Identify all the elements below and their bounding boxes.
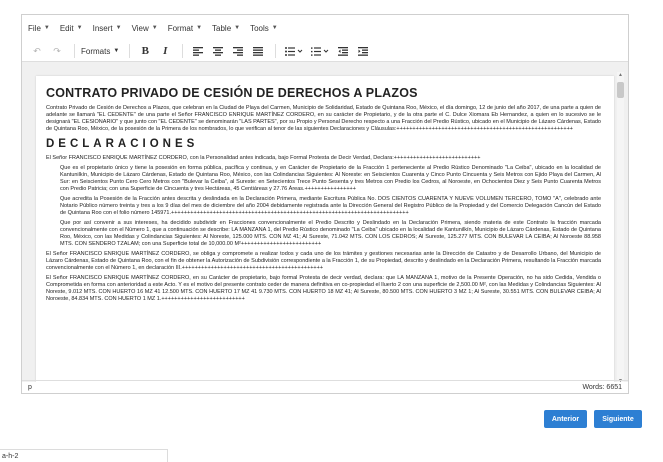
previous-button[interactable]: Anterior <box>544 410 587 428</box>
document-body[interactable]: CONTRATO PRIVADO DE CESIÓN DE DERECHOS A… <box>46 84 601 306</box>
declaration-paragraph: Que acredita la Posesión de la Fracción … <box>60 196 601 216</box>
scroll-thumb[interactable] <box>617 82 624 98</box>
declaration-paragraph: El Señor FRANCISCO ENRIQUE MARTÍNEZ CORD… <box>46 275 601 302</box>
rich-text-editor: File ▼ Edit ▼ Insert ▼ View ▼ Format ▼ Table ▼… <box>21 14 629 394</box>
word-count: Words: 6651 <box>582 383 622 391</box>
italic-icon[interactable]: I <box>156 42 174 60</box>
bold-icon[interactable]: B <box>136 42 154 60</box>
menu-format[interactable]: Format ▼ <box>168 24 202 33</box>
undo-icon[interactable]: ↶ <box>28 42 46 60</box>
chevron-down-icon: ▼ <box>43 25 50 31</box>
element-path[interactable]: p <box>28 384 32 391</box>
menu-file-label: File <box>28 23 41 33</box>
chevron-down-icon: ▼ <box>113 48 120 54</box>
toolbar: ↶ ↷ Formats ▼ B I <box>22 41 628 62</box>
document-page[interactable]: CONTRATO PRIVADO DE CESIÓN DE DERECHOS A… <box>36 76 614 382</box>
numbered-list-icon[interactable] <box>308 42 332 60</box>
align-center-icon[interactable] <box>209 42 227 60</box>
menu-edit[interactable]: Edit ▼ <box>60 24 83 33</box>
menu-view[interactable]: View ▼ <box>132 24 158 33</box>
align-left-icon[interactable] <box>189 42 207 60</box>
outdent-icon[interactable] <box>334 42 352 60</box>
chevron-down-icon: ▼ <box>271 25 278 31</box>
vertical-scrollbar[interactable]: ▲ ▼ <box>617 72 624 382</box>
declarations-heading: DECLARACIONES <box>46 138 199 150</box>
menubar: File ▼ Edit ▼ Insert ▼ View ▼ Format ▼ Table ▼… <box>22 15 628 41</box>
declaration-paragraph: Que por así convenir a sus intereses, ha… <box>60 220 601 247</box>
indent-icon[interactable] <box>354 42 372 60</box>
bottom-tab[interactable]: a-h-2 <box>0 449 168 462</box>
toolbar-divider <box>182 44 184 58</box>
menu-insert-label: Insert <box>92 23 113 33</box>
menu-format-label: Format <box>167 23 194 33</box>
scroll-up-icon[interactable]: ▲ <box>617 72 624 78</box>
align-justify-icon[interactable] <box>249 42 267 60</box>
declaration-paragraph: El Señor FRANCISCO ENRIQUE MARTÍNEZ CORD… <box>46 155 481 161</box>
menu-file[interactable]: File ▼ <box>28 24 50 33</box>
toolbar-divider <box>275 44 277 58</box>
menu-view-label: View <box>131 23 149 33</box>
document-canvas: CONTRATO PRIVADO DE CESIÓN DE DERECHOS A… <box>22 62 628 382</box>
menu-edit-label: Edit <box>59 23 74 33</box>
declaration-paragraph: Que es el propietario único y tiene la p… <box>60 165 601 192</box>
status-bar: p Words: 6651 <box>22 380 628 393</box>
chevron-down-icon: ▼ <box>151 25 158 31</box>
menu-insert[interactable]: Insert ▼ <box>93 24 122 33</box>
formats-label: Formats <box>81 46 111 56</box>
toolbar-divider <box>74 44 75 58</box>
document-intro: Contrato Privado de Cesión de Derechos a… <box>46 105 601 132</box>
redo-icon[interactable]: ↷ <box>48 42 66 60</box>
menu-table-label: Table <box>212 23 232 33</box>
declaration-paragraph: El Señor FRANCISCO ENRIQUE MARTÍNEZ CORD… <box>46 251 601 271</box>
align-right-icon[interactable] <box>229 42 247 60</box>
formats-dropdown[interactable]: Formats ▼ <box>81 47 119 56</box>
chevron-down-icon: ▼ <box>196 25 203 31</box>
bullet-list-icon[interactable] <box>282 42 306 60</box>
menu-tools-label: Tools <box>250 23 269 33</box>
next-button[interactable]: Siguiente <box>594 410 642 428</box>
document-title: CONTRATO PRIVADO DE CESIÓN DE DERECHOS A… <box>46 86 418 100</box>
chevron-down-icon: ▼ <box>115 25 122 31</box>
menu-table[interactable]: Table ▼ <box>212 24 240 33</box>
chevron-down-icon: ▼ <box>76 25 83 31</box>
toolbar-divider <box>129 44 131 58</box>
menu-tools[interactable]: Tools ▼ <box>250 24 278 33</box>
chevron-down-icon: ▼ <box>234 25 241 31</box>
